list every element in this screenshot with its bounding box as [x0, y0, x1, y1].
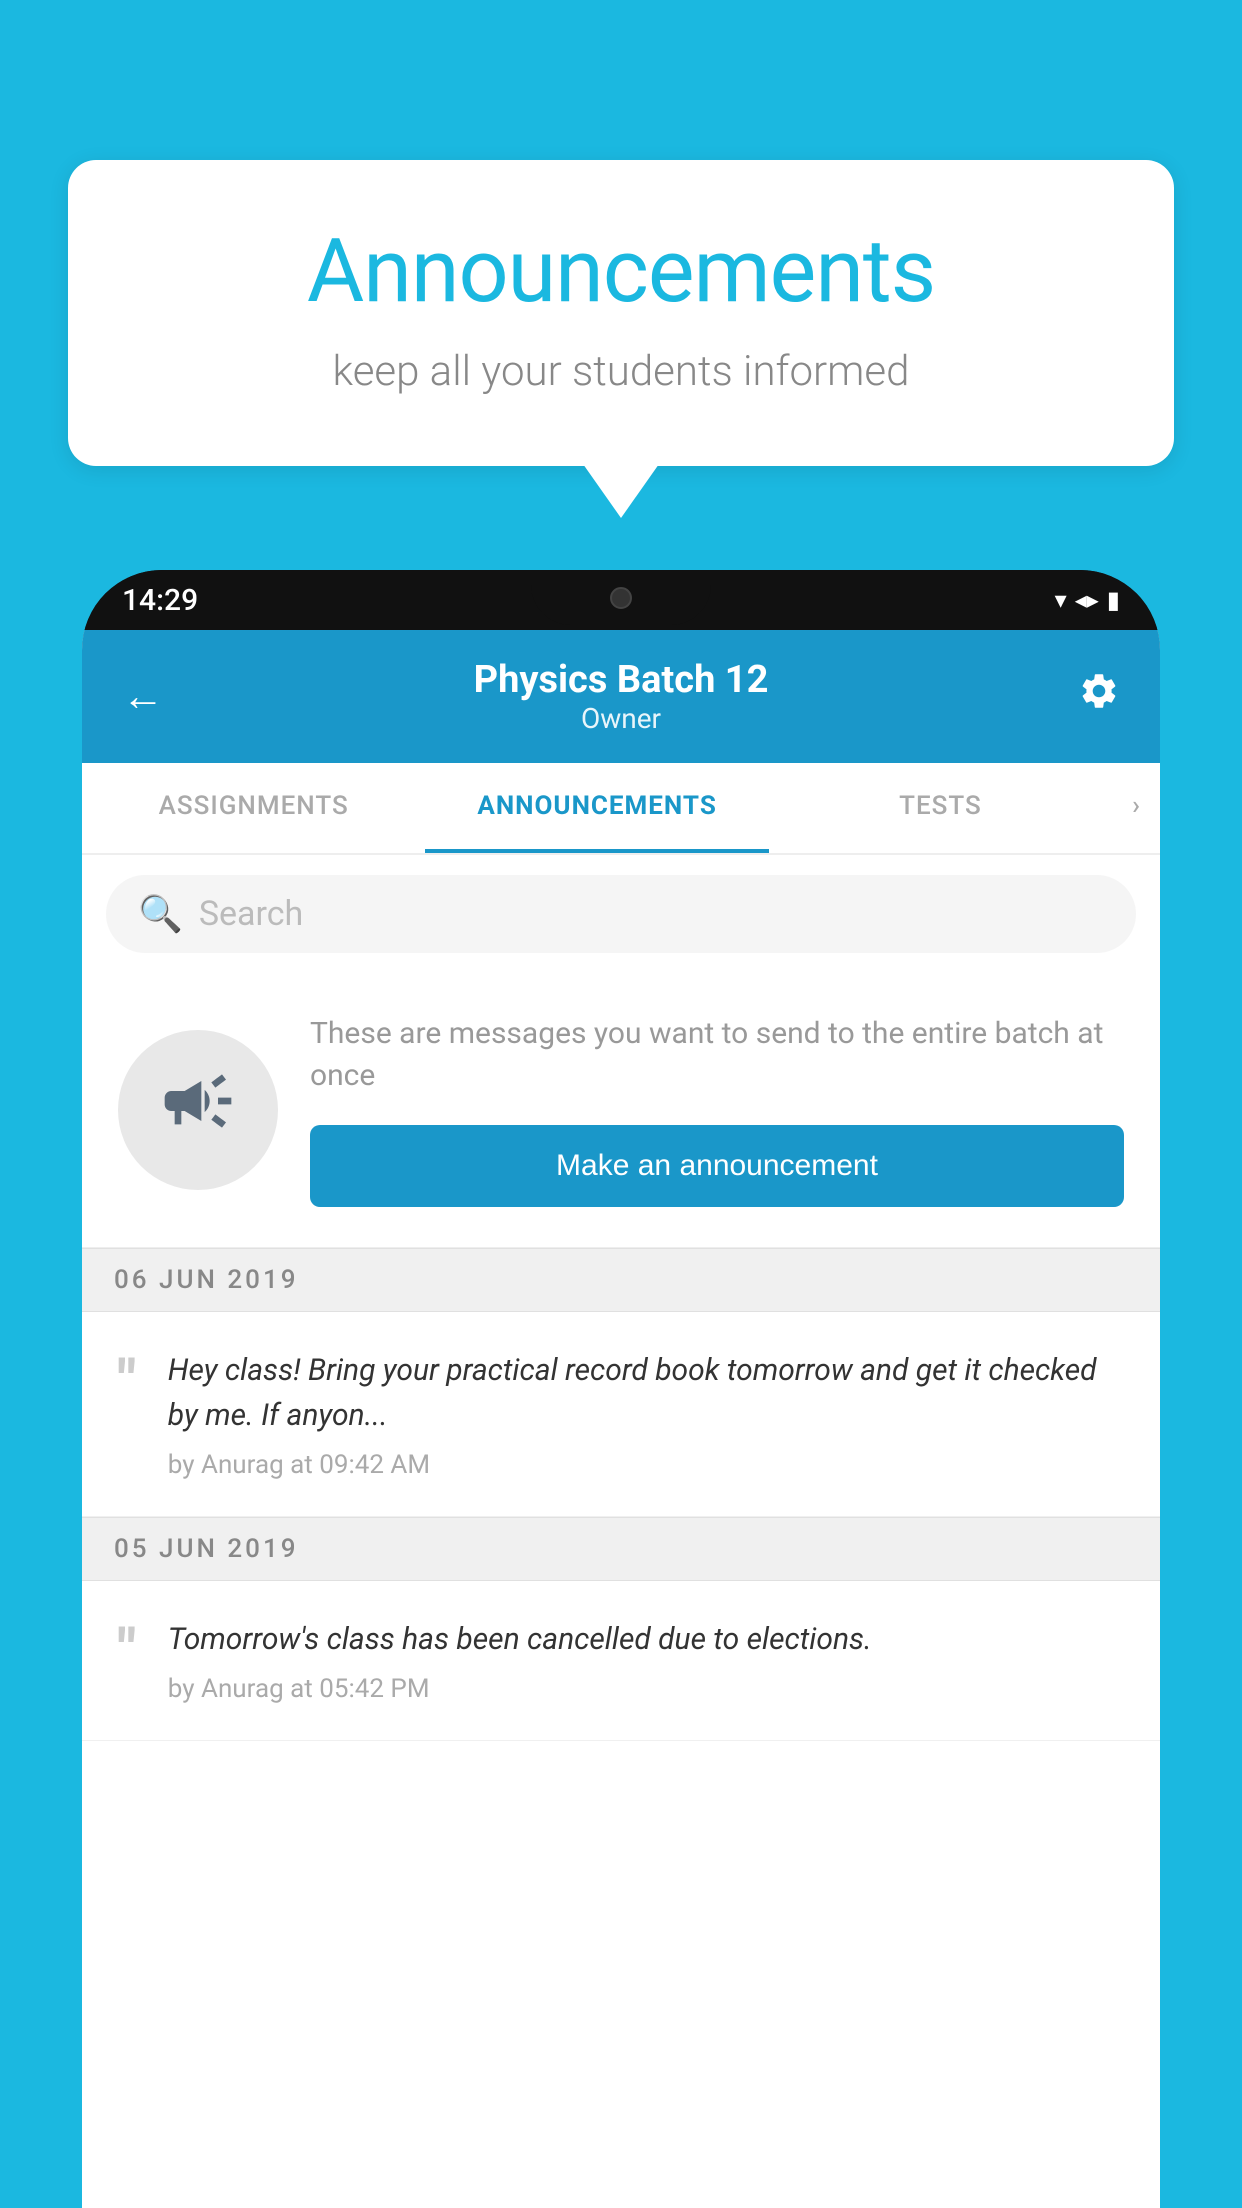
bubble-title: Announcements — [148, 220, 1094, 323]
status-icons: ▾ ◂▸ ▮ — [1055, 586, 1120, 614]
back-button[interactable]: ← — [122, 672, 164, 721]
promo-icon-circle — [118, 1030, 278, 1190]
announcement-text-2: Tomorrow's class has been cancelled due … — [168, 1617, 1124, 1662]
announcement-text-1: Hey class! Bring your practical record b… — [168, 1348, 1124, 1438]
announcement-meta-1: by Anurag at 09:42 AM — [168, 1450, 1124, 1480]
tabs-bar: ASSIGNMENTS ANNOUNCEMENTS TESTS › — [82, 763, 1160, 855]
quote-icon-1: " — [118, 1352, 136, 1408]
announcement-content-2: Tomorrow's class has been cancelled due … — [168, 1617, 1124, 1704]
status-bar: 14:29 ▾ ◂▸ ▮ — [82, 570, 1160, 630]
tab-more-icon[interactable]: › — [1112, 763, 1160, 853]
bubble-subtitle: keep all your students informed — [148, 347, 1094, 396]
date-separator-2: 05 JUN 2019 — [82, 1517, 1160, 1581]
promo-right: These are messages you want to send to t… — [310, 1013, 1124, 1207]
wifi-icon: ▾ — [1055, 586, 1067, 614]
announcement-meta-2: by Anurag at 05:42 PM — [168, 1674, 1124, 1704]
tab-assignments[interactable]: ASSIGNMENTS — [82, 763, 425, 853]
batch-name: Physics Batch 12 — [164, 658, 1078, 702]
owner-label: Owner — [164, 702, 1078, 735]
promo-description: These are messages you want to send to t… — [310, 1013, 1124, 1097]
announcement-content-1: Hey class! Bring your practical record b… — [168, 1348, 1124, 1480]
phone-screen: ← Physics Batch 12 Owner ASSIGNMENTS ANN… — [82, 630, 1160, 2208]
header-title-area: Physics Batch 12 Owner — [164, 658, 1078, 735]
speech-bubble-container: Announcements keep all your students inf… — [68, 160, 1174, 466]
phone-notch — [531, 570, 711, 625]
speech-bubble: Announcements keep all your students inf… — [68, 160, 1174, 466]
tab-announcements[interactable]: ANNOUNCEMENTS — [425, 763, 768, 853]
phone-frame: 14:29 ▾ ◂▸ ▮ ← Physics Batch 12 Owner — [82, 570, 1160, 2208]
settings-button[interactable] — [1078, 670, 1120, 723]
search-icon: 🔍 — [138, 893, 183, 935]
status-time: 14:29 — [122, 583, 198, 618]
search-input[interactable]: Search — [199, 894, 303, 934]
promo-card: These are messages you want to send to t… — [82, 973, 1160, 1248]
date-separator-1: 06 JUN 2019 — [82, 1248, 1160, 1312]
quote-icon-2: " — [118, 1621, 136, 1677]
front-camera — [610, 587, 632, 609]
app-header: ← Physics Batch 12 Owner — [82, 630, 1160, 763]
search-box[interactable]: 🔍 Search — [106, 875, 1136, 953]
signal-icon: ◂▸ — [1075, 586, 1099, 614]
announcement-item-2[interactable]: " Tomorrow's class has been cancelled du… — [82, 1581, 1160, 1741]
megaphone-icon — [158, 1061, 238, 1159]
battery-icon: ▮ — [1107, 586, 1120, 614]
tab-tests[interactable]: TESTS — [769, 763, 1112, 853]
announcement-item-1[interactable]: " Hey class! Bring your practical record… — [82, 1312, 1160, 1517]
search-area: 🔍 Search — [82, 855, 1160, 973]
make-announcement-button[interactable]: Make an announcement — [310, 1125, 1124, 1207]
